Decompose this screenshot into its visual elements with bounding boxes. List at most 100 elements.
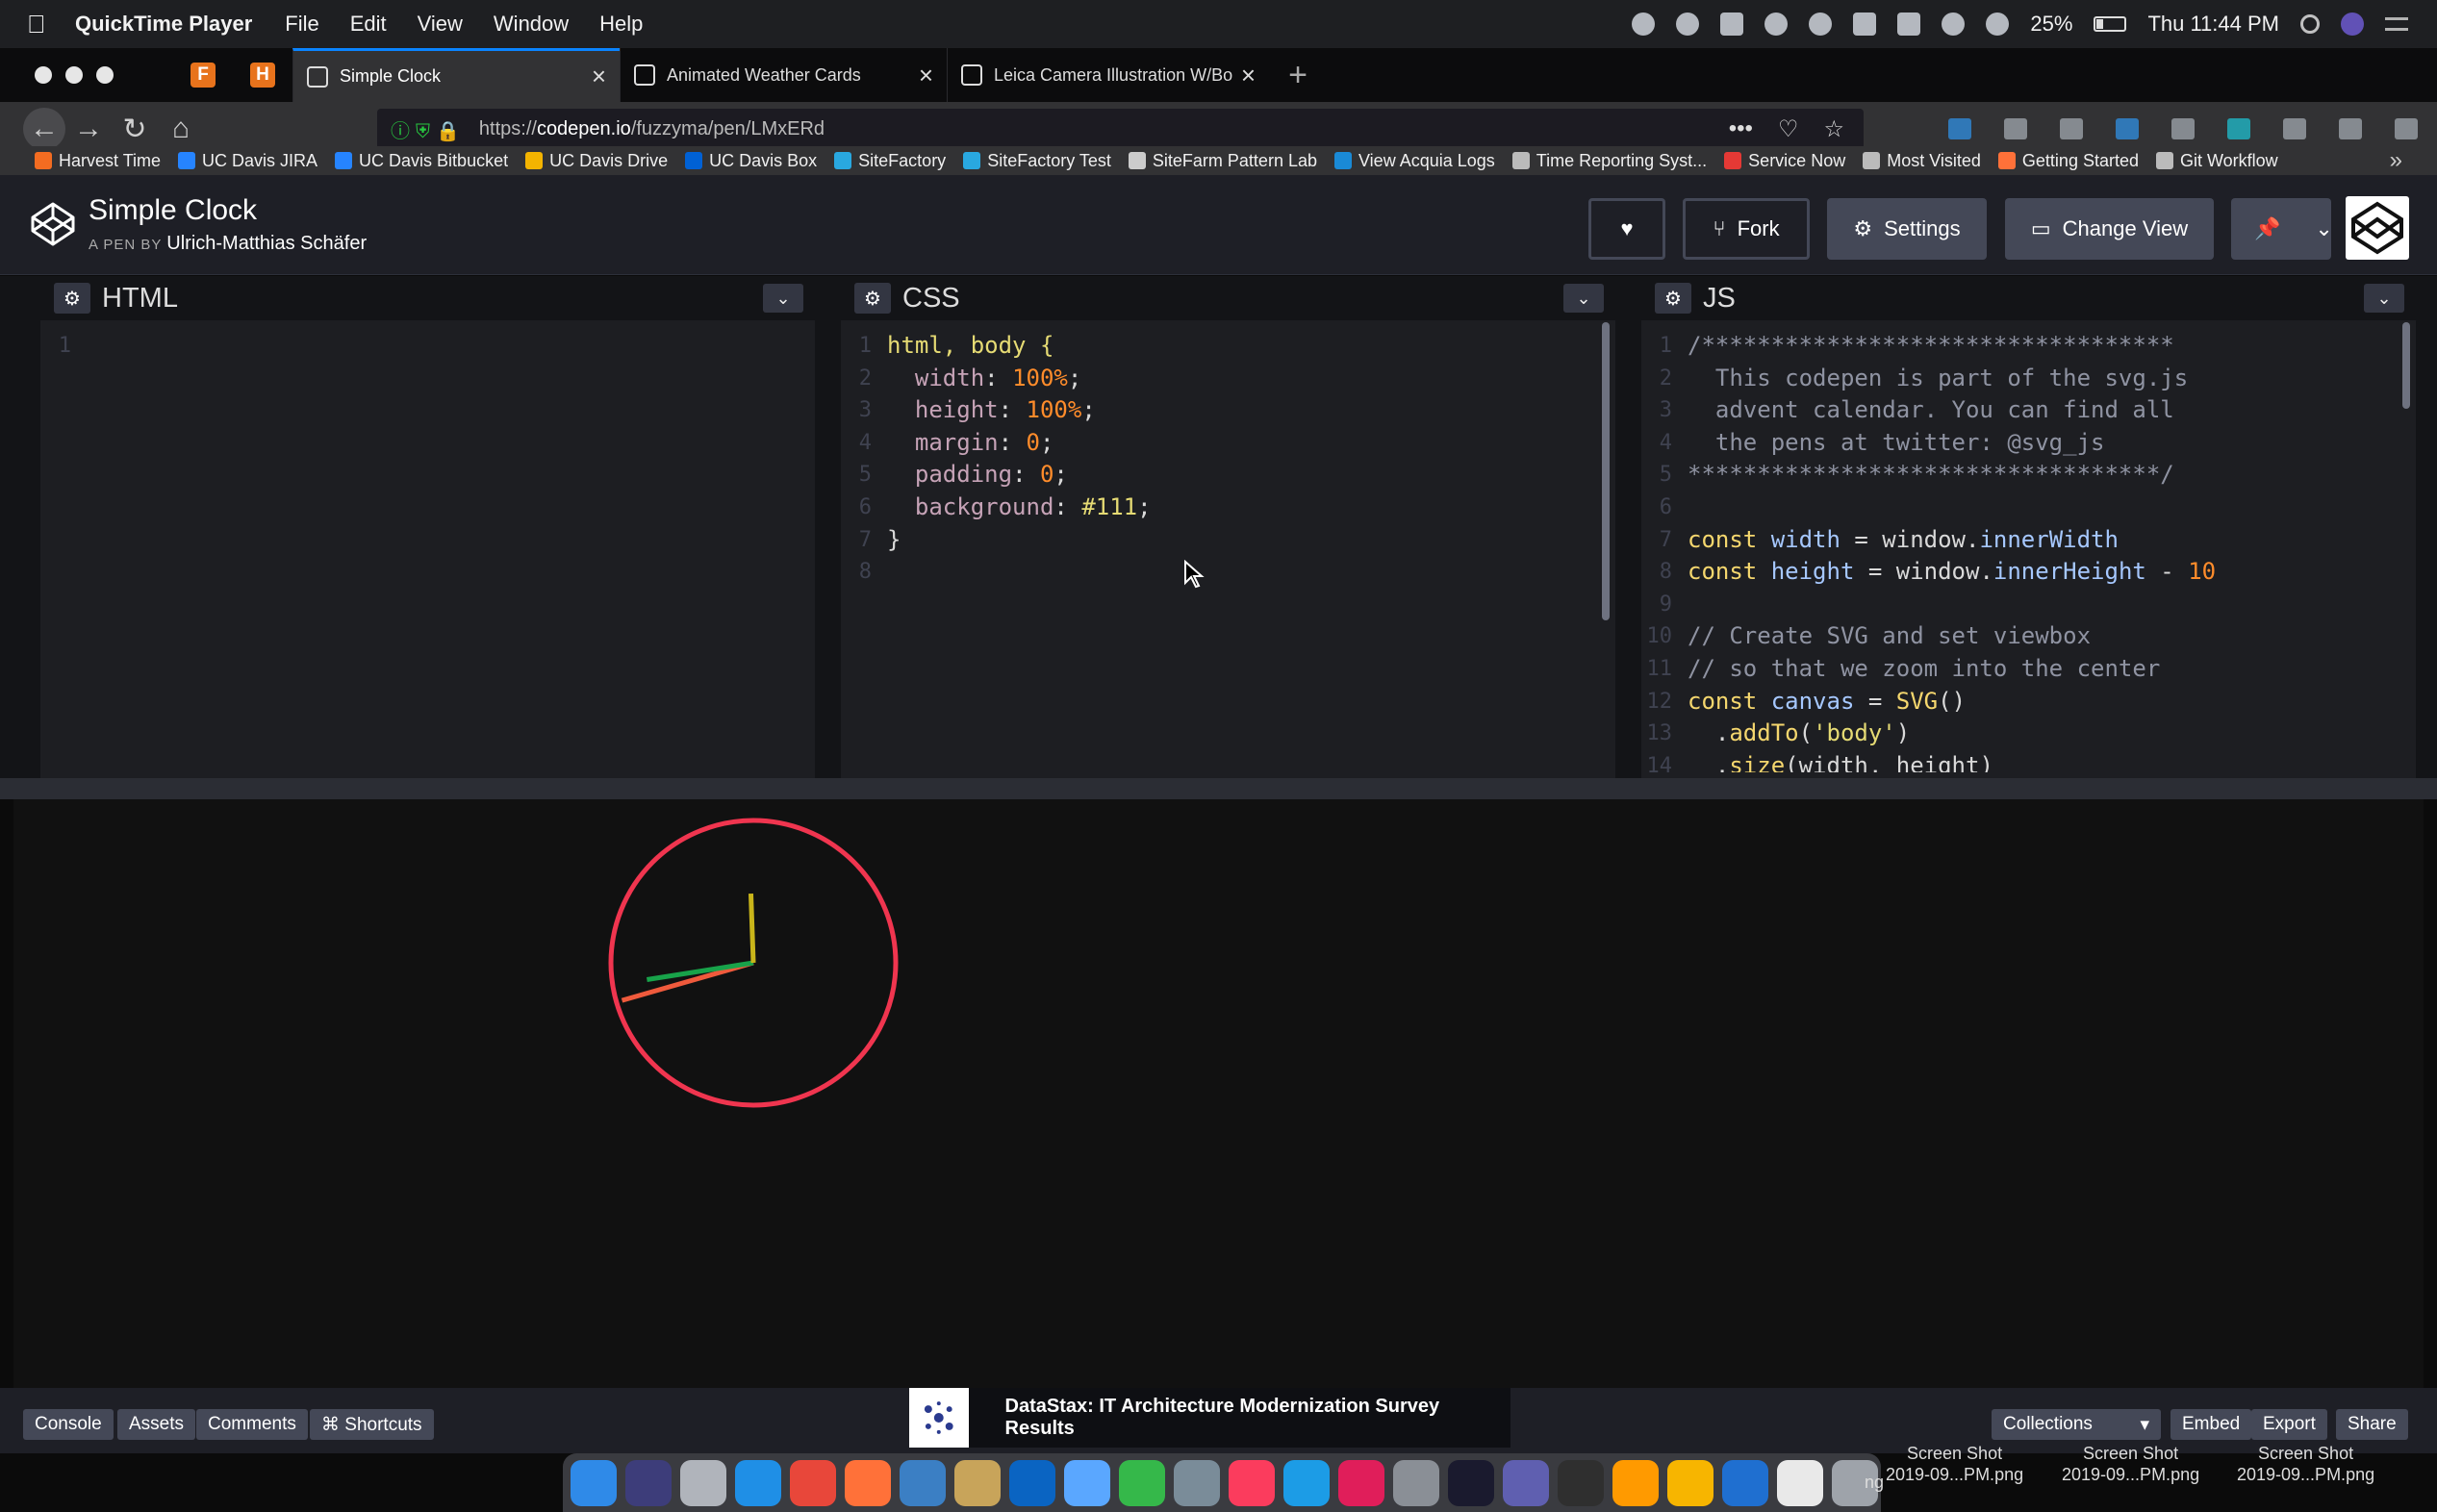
tab-leica-camera[interactable]: Leica Camera Illustration W/Bo × bbox=[947, 48, 1269, 102]
css-settings-gear-icon[interactable]: ⚙ bbox=[854, 283, 891, 314]
bookmark-star-icon[interactable]: ☆ bbox=[1823, 115, 1844, 143]
code-line[interactable]: 3 height: 100%; bbox=[841, 394, 1615, 427]
dock-app-icon[interactable] bbox=[1009, 1459, 1055, 1506]
forward-button[interactable]: → bbox=[65, 106, 112, 152]
menu-help[interactable]: Help bbox=[599, 12, 643, 37]
code-line[interactable]: 6 bbox=[1641, 491, 2416, 524]
pin-button[interactable]: 📌 ⌄ bbox=[2231, 198, 2333, 260]
dock-app-icon[interactable] bbox=[1338, 1459, 1384, 1506]
css-code-editor[interactable]: 1 html, body {2 width: 100%; 3 height: 100… bbox=[841, 320, 1615, 589]
desktop-file[interactable]: Screen Shot 2019-09...PM.png bbox=[2062, 1443, 2199, 1485]
close-tab-icon[interactable]: × bbox=[1241, 61, 1256, 90]
home-button[interactable]: ⌂ bbox=[158, 106, 204, 152]
bookmark-item[interactable]: Time Reporting Syst... bbox=[1511, 151, 1707, 171]
bookmark-item[interactable]: UC Davis Bitbucket bbox=[335, 151, 508, 171]
settings-button[interactable]: ⚙ Settings bbox=[1827, 198, 1987, 260]
back-button[interactable]: ← bbox=[23, 108, 65, 150]
account-icon[interactable] bbox=[2339, 118, 2362, 139]
dock-app-icon[interactable] bbox=[680, 1459, 726, 1506]
dock-app-icon[interactable] bbox=[1612, 1459, 1659, 1506]
menu-file[interactable]: File bbox=[285, 12, 318, 37]
menu-view[interactable]: View bbox=[418, 12, 463, 37]
code-line[interactable]: 5 **********************************/ bbox=[1641, 459, 2416, 491]
chevron-down-icon[interactable]: ⌄ bbox=[2315, 216, 2332, 241]
bookmark-item[interactable]: UC Davis JIRA bbox=[178, 151, 317, 171]
dock-app-icon[interactable] bbox=[625, 1459, 672, 1506]
menu-clock[interactable]: Thu 11:44 PM bbox=[2147, 12, 2279, 37]
extension-icon[interactable] bbox=[2283, 118, 2306, 139]
minimize-window-button[interactable] bbox=[65, 66, 83, 84]
bookmark-item[interactable]: SiteFactory bbox=[834, 151, 946, 171]
code-line[interactable]: 11 // so that we zoom into the center bbox=[1641, 653, 2416, 686]
dock-app-icon[interactable] bbox=[1448, 1459, 1494, 1506]
dock-app-icon[interactable] bbox=[1174, 1459, 1220, 1506]
url-text[interactable]: https://codepen.io/fuzzyma/pen/LMxERd bbox=[479, 118, 825, 140]
bookmarks-overflow-icon[interactable]: » bbox=[2390, 147, 2402, 174]
reload-button[interactable]: ↻ bbox=[112, 106, 158, 152]
embed-button[interactable]: Embed bbox=[2170, 1409, 2252, 1440]
bookmark-item[interactable]: UC Davis Box bbox=[685, 151, 817, 171]
extension-icon[interactable] bbox=[2116, 118, 2139, 139]
menu-edit[interactable]: Edit bbox=[350, 12, 387, 37]
dock-app-icon[interactable] bbox=[1722, 1459, 1768, 1506]
record-status-icon[interactable] bbox=[1632, 13, 1656, 36]
close-tab-icon[interactable]: × bbox=[592, 62, 606, 91]
stack-app-icon[interactable] bbox=[1853, 13, 1877, 36]
bookmark-item[interactable]: Harvest Time bbox=[35, 151, 161, 171]
siri-icon[interactable] bbox=[2341, 13, 2364, 36]
cloud-status-icon[interactable] bbox=[1676, 13, 1700, 36]
desktop-file[interactable]: Screen Shot 2019-09...PM.png bbox=[1886, 1443, 2023, 1485]
tab-animated-weather-cards[interactable]: Animated Weather Cards × bbox=[620, 48, 947, 102]
dock-app-icon[interactable] bbox=[1667, 1459, 1714, 1506]
battery-icon[interactable] bbox=[2094, 16, 2127, 32]
shortcuts-button[interactable]: ⌘ Shortcuts bbox=[310, 1409, 434, 1440]
html-settings-gear-icon[interactable]: ⚙ bbox=[54, 283, 90, 314]
pen-author[interactable]: Ulrich-Matthias Schäfer bbox=[166, 233, 367, 254]
extension-icon[interactable] bbox=[2227, 118, 2250, 139]
creative-cloud-icon[interactable] bbox=[1764, 13, 1789, 36]
collections-dropdown[interactable]: Collections ▾ bbox=[1992, 1409, 2161, 1440]
code-line[interactable]: 1 /********************************** bbox=[1641, 330, 2416, 363]
bookmark-item[interactable]: Most Visited bbox=[1863, 151, 1981, 171]
code-line[interactable]: 2 This codepen is part of the svg.js bbox=[1641, 363, 2416, 395]
code-line[interactable]: 4 margin: 0; bbox=[841, 427, 1615, 460]
fork-button[interactable]: ⑂ Fork bbox=[1683, 198, 1810, 260]
chevron-down-icon[interactable]: ⌄ bbox=[763, 284, 803, 313]
code-line[interactable]: 10 // Create SVG and set viewbox bbox=[1641, 620, 2416, 653]
code-line[interactable]: 12 const canvas = SVG() bbox=[1641, 686, 2416, 718]
shield-status-icon[interactable] bbox=[1897, 13, 1921, 36]
js-code-editor[interactable]: 1 /********************************** 2 Th… bbox=[1641, 320, 2416, 772]
close-tab-icon[interactable]: × bbox=[919, 61, 933, 90]
code-line[interactable]: 7 const width = window.innerWidth bbox=[1641, 524, 2416, 557]
menu-window[interactable]: Window bbox=[494, 12, 569, 37]
dock-app-icon[interactable] bbox=[735, 1459, 781, 1506]
chevron-down-icon[interactable]: ⌄ bbox=[1563, 284, 1604, 313]
library-icon[interactable] bbox=[2004, 118, 2027, 139]
dock-app-icon[interactable] bbox=[845, 1459, 891, 1506]
sidebar-icon[interactable] bbox=[2060, 118, 2083, 139]
tab-simple-clock[interactable]: Simple Clock × bbox=[292, 48, 620, 102]
assets-button[interactable]: Assets bbox=[117, 1409, 196, 1440]
dock-app-icon[interactable] bbox=[1558, 1459, 1604, 1506]
codepen-logo-icon[interactable] bbox=[29, 200, 77, 248]
sponsor-ad[interactable]: DataStax: IT Architecture Modernization … bbox=[909, 1388, 1510, 1448]
heart-button[interactable]: ♥ bbox=[1588, 198, 1665, 260]
dock-app-icon[interactable] bbox=[900, 1459, 946, 1506]
dock-app-icon[interactable] bbox=[1119, 1459, 1165, 1506]
code-line[interactable]: 9 bbox=[1641, 589, 2416, 621]
bookmark-item[interactable]: View Acquia Logs bbox=[1334, 151, 1495, 171]
downloads-icon[interactable] bbox=[1948, 118, 1971, 139]
chevron-down-icon[interactable]: ⌄ bbox=[2364, 284, 2404, 313]
app-menu[interactable]: QuickTime Player bbox=[75, 12, 252, 37]
zoom-window-button[interactable] bbox=[96, 66, 114, 84]
notification-center-icon[interactable] bbox=[2385, 17, 2408, 31]
change-view-button[interactable]: ▭ Change View bbox=[2005, 198, 2214, 260]
bookmark-item[interactable]: SiteFarm Pattern Lab bbox=[1128, 151, 1317, 171]
code-line[interactable]: 1 html, body { bbox=[841, 330, 1615, 363]
bookmark-item[interactable]: SiteFactory Test bbox=[963, 151, 1111, 171]
dock-app-icon[interactable] bbox=[571, 1459, 617, 1506]
apple-menu-icon[interactable]:  bbox=[27, 10, 75, 39]
close-window-button[interactable] bbox=[35, 66, 52, 84]
code-line[interactable]: 3 advent calendar. You can find all bbox=[1641, 394, 2416, 427]
bookmark-item[interactable]: Git Workflow bbox=[2156, 151, 2278, 171]
